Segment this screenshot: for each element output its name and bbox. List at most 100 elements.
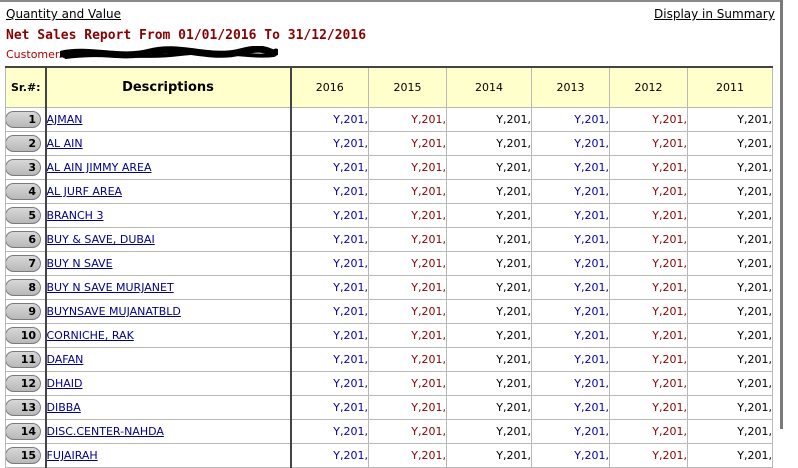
- sr-cell: 8: [5, 275, 46, 300]
- value-cell: Y,201,: [609, 299, 688, 324]
- row-number-button[interactable]: 7: [6, 255, 41, 272]
- value-cell: Y,201,: [368, 275, 447, 300]
- value-cell: Y,201,: [531, 251, 610, 276]
- row-number-button[interactable]: 5: [6, 207, 41, 224]
- description-link[interactable]: AL AIN JIMMY AREA: [48, 161, 152, 174]
- sales-table: Sr.#: Descriptions 2016 2015 2014 2013 2…: [5, 66, 773, 468]
- header-year: 2015: [368, 66, 447, 108]
- sr-cell: 7: [5, 251, 46, 276]
- value-cell: Y,201,: [609, 323, 688, 348]
- description-link[interactable]: DHAID: [48, 377, 83, 390]
- value-cell: Y,201,: [446, 395, 532, 420]
- value-cell: Y,201,: [290, 323, 369, 348]
- value-cell: Y,201,: [531, 155, 610, 180]
- value-cell: Y,201,: [531, 419, 610, 444]
- header-sr: Sr.#:: [5, 66, 46, 108]
- description-cell: BUY N SAVE MURJANET: [44, 275, 292, 300]
- table-row: 11 DAFAN Y,201, Y,201, Y,201, Y,201, Y,201, Y,2…: [5, 347, 773, 372]
- right-border: [780, 0, 783, 429]
- value-cell: Y,201,: [290, 371, 369, 396]
- value-cell: Y,201,: [446, 275, 532, 300]
- header-year: 2013: [531, 66, 610, 108]
- value-cell: Y,201,: [446, 227, 532, 252]
- description-link[interactable]: AJMAN: [48, 113, 83, 126]
- row-number-button[interactable]: 11: [6, 351, 41, 368]
- sr-cell: 13: [5, 395, 46, 420]
- value-cell: Y,201,: [609, 443, 688, 468]
- value-cell: Y,201,: [531, 371, 610, 396]
- row-number-button[interactable]: 1: [6, 111, 41, 128]
- display-summary-link[interactable]: Display in Summary: [654, 7, 775, 21]
- value-cell: Y,201,: [446, 131, 532, 156]
- sr-cell: 3: [5, 155, 46, 180]
- row-number-button[interactable]: 14: [6, 423, 41, 440]
- description-link[interactable]: DISC.CENTER-NAHDA: [48, 425, 164, 438]
- value-cell: Y,201,: [290, 179, 369, 204]
- row-number-button[interactable]: 9: [6, 303, 41, 320]
- row-number-button[interactable]: 8: [6, 279, 41, 296]
- value-cell: Y,201,: [687, 179, 773, 204]
- description-cell: DAFAN: [44, 347, 292, 372]
- description-link[interactable]: CORNICHE, RAK: [48, 329, 134, 342]
- row-number-button[interactable]: 13: [6, 399, 41, 416]
- value-cell: Y,201,: [609, 275, 688, 300]
- value-cell: Y,201,: [368, 131, 447, 156]
- description-link[interactable]: BUY N SAVE: [48, 257, 113, 270]
- description-link[interactable]: BUY N SAVE MURJANET: [48, 281, 174, 294]
- value-cell: Y,201,: [368, 347, 447, 372]
- table-row: 1 AJMAN Y,201, Y,201, Y,201, Y,201, Y,201, Y,20…: [5, 107, 773, 132]
- value-cell: Y,201,: [687, 251, 773, 276]
- value-cell: Y,201,: [368, 299, 447, 324]
- value-cell: Y,201,: [609, 419, 688, 444]
- description-link[interactable]: AL JURF AREA: [48, 185, 123, 198]
- description-link[interactable]: AL AIN: [48, 137, 83, 150]
- description-link[interactable]: BUY & SAVE, DUBAI: [48, 233, 155, 246]
- row-number-button[interactable]: 4: [6, 183, 41, 200]
- value-cell: Y,201,: [446, 347, 532, 372]
- customer-label: Customer..: [6, 48, 66, 61]
- value-cell: Y,201,: [531, 227, 610, 252]
- value-cell: Y,201,: [531, 395, 610, 420]
- value-cell: Y,201,: [368, 155, 447, 180]
- value-cell: Y,201,: [609, 107, 688, 132]
- description-cell: AL JURF AREA: [44, 179, 292, 204]
- table-row: 7 BUY N SAVE Y,201, Y,201, Y,201, Y,201, Y,201…: [5, 251, 773, 276]
- value-cell: Y,201,: [290, 107, 369, 132]
- value-cell: Y,201,: [446, 179, 532, 204]
- sr-cell: 6: [5, 227, 46, 252]
- row-number-button[interactable]: 15: [6, 447, 41, 464]
- description-link[interactable]: DIBBA: [48, 401, 81, 414]
- row-number-button[interactable]: 12: [6, 375, 41, 392]
- value-cell: Y,201,: [687, 155, 773, 180]
- value-cell: Y,201,: [368, 227, 447, 252]
- row-number-button[interactable]: 6: [6, 231, 41, 248]
- header-year: 2011: [687, 66, 773, 108]
- description-link[interactable]: BUYNSAVE MUJANATBLD: [48, 305, 181, 318]
- table-row: 5 BRANCH 3 Y,201, Y,201, Y,201, Y,201, Y,201, Y…: [5, 203, 773, 228]
- description-cell: DISC.CENTER-NAHDA: [44, 419, 292, 444]
- value-cell: Y,201,: [687, 203, 773, 228]
- row-number-button[interactable]: 10: [6, 327, 41, 344]
- description-link[interactable]: BRANCH 3: [48, 209, 104, 222]
- row-number-button[interactable]: 3: [6, 159, 41, 176]
- value-cell: Y,201,: [446, 443, 532, 468]
- value-cell: Y,201,: [290, 155, 369, 180]
- description-link[interactable]: DAFAN: [48, 353, 84, 366]
- sr-cell: 12: [5, 371, 46, 396]
- row-number-button[interactable]: 2: [6, 135, 41, 152]
- value-cell: Y,201,: [609, 395, 688, 420]
- value-cell: Y,201,: [368, 203, 447, 228]
- value-cell: Y,201,: [290, 227, 369, 252]
- sr-cell: 2: [5, 131, 46, 156]
- quantity-value-link[interactable]: Quantity and Value: [6, 7, 121, 21]
- table-row: 4 AL JURF AREA Y,201, Y,201, Y,201, Y,201, Y,2…: [5, 179, 773, 204]
- description-link[interactable]: FUJAIRAH: [48, 449, 98, 462]
- value-cell: Y,201,: [531, 179, 610, 204]
- value-cell: Y,201,: [687, 227, 773, 252]
- description-cell: AL AIN: [44, 131, 292, 156]
- value-cell: Y,201,: [368, 395, 447, 420]
- value-cell: Y,201,: [687, 371, 773, 396]
- table-row: 2 AL AIN Y,201, Y,201, Y,201, Y,201, Y,201, Y,2…: [5, 131, 773, 156]
- table-row: 6 BUY & SAVE, DUBAI Y,201, Y,201, Y,201, Y,20…: [5, 227, 773, 252]
- value-cell: Y,201,: [368, 179, 447, 204]
